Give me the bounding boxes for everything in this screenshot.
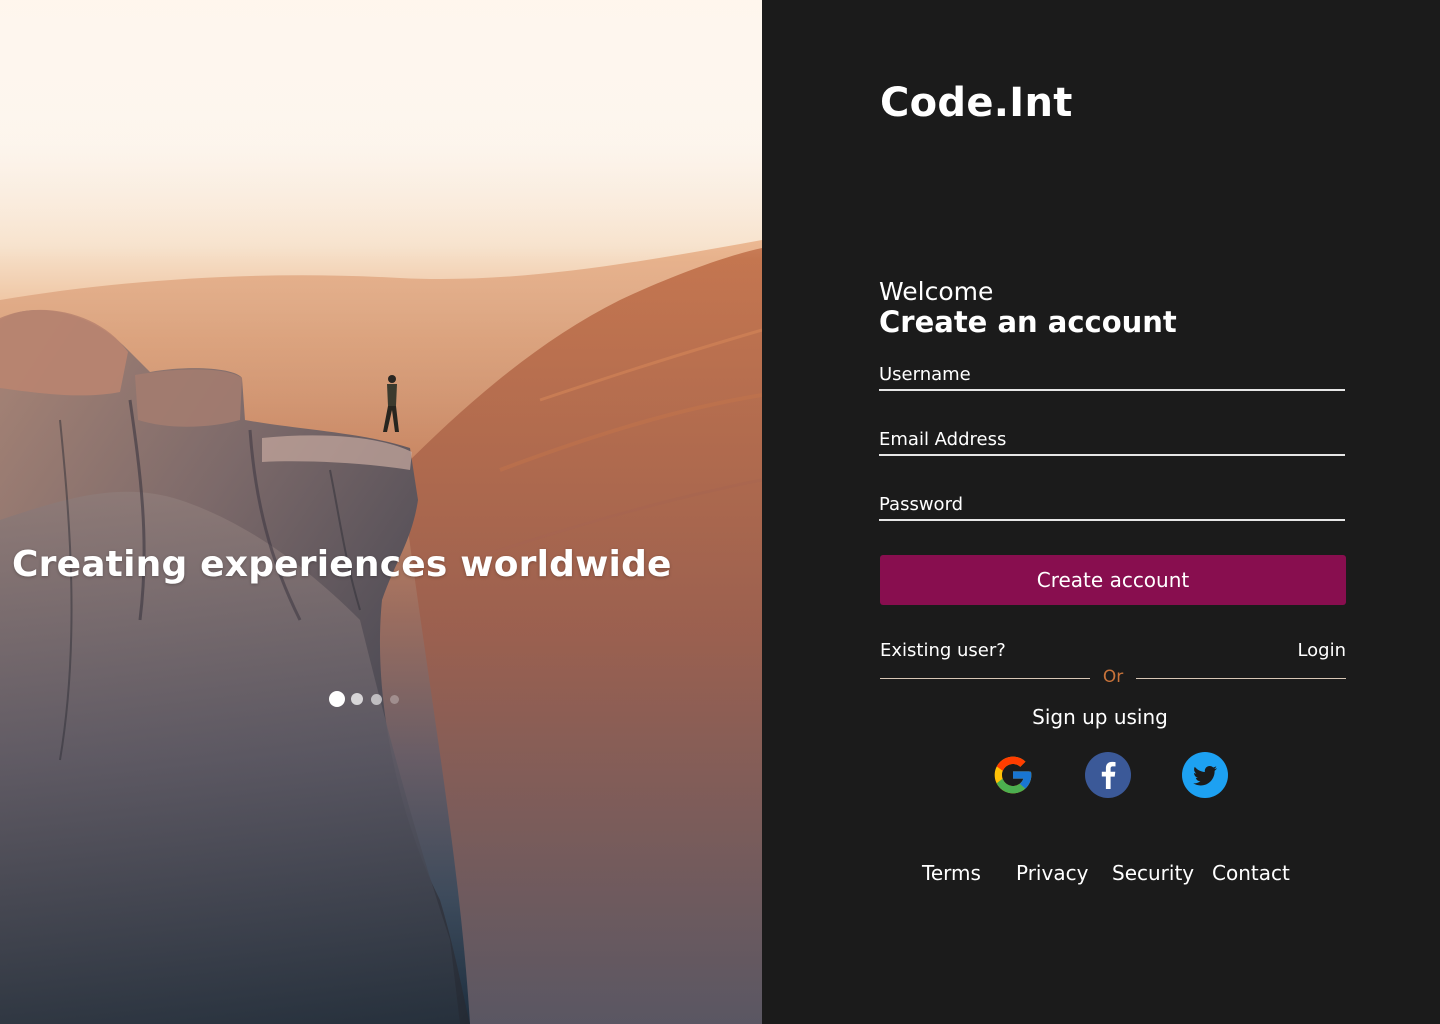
username-field [879, 361, 1345, 391]
twitter-icon [1182, 752, 1228, 798]
password-field [879, 491, 1345, 521]
existing-user-text: Existing user? [880, 640, 1006, 661]
email-input[interactable] [879, 426, 1345, 454]
footer-link-privacy[interactable]: Privacy [1016, 861, 1088, 885]
password-input[interactable] [879, 491, 1345, 519]
divider-or-text: Or [1102, 667, 1124, 687]
hero-panel: Creating experiences worldwide [0, 0, 762, 1024]
google-signup-button[interactable] [991, 753, 1035, 797]
carousel-dot[interactable] [371, 693, 382, 705]
carousel-dot[interactable] [351, 693, 363, 705]
carousel-dot[interactable] [390, 694, 399, 704]
google-icon [994, 756, 1032, 794]
twitter-signup-button[interactable] [1182, 752, 1228, 798]
hero-image [0, 0, 762, 1024]
facebook-signup-button[interactable] [1085, 752, 1131, 798]
footer-link-terms[interactable]: Terms [922, 861, 981, 885]
brand-logo: Code.Int [880, 80, 1073, 126]
username-input[interactable] [879, 361, 1345, 389]
form-heading: Create an account [879, 305, 1177, 339]
divider-line-left [880, 678, 1090, 679]
carousel-dots [329, 691, 399, 707]
footer-link-security[interactable]: Security [1112, 861, 1194, 885]
carousel-dot-active[interactable] [329, 691, 345, 707]
footer-link-contact[interactable]: Contact [1212, 861, 1290, 885]
facebook-icon [1085, 752, 1131, 798]
hero-tagline: Creating experiences worldwide [12, 544, 672, 585]
signup-page: Creating experiences worldwide Code.Int … [0, 0, 1440, 1024]
divider-line-right [1136, 678, 1346, 679]
sign-up-using-text: Sign up using [1032, 705, 1168, 729]
login-link[interactable]: Login [1297, 640, 1346, 661]
email-field [879, 426, 1345, 456]
welcome-text: Welcome [879, 277, 994, 306]
create-account-button[interactable]: Create account [880, 555, 1346, 605]
signup-panel: Code.Int Welcome Create an account Creat… [762, 0, 1440, 1024]
